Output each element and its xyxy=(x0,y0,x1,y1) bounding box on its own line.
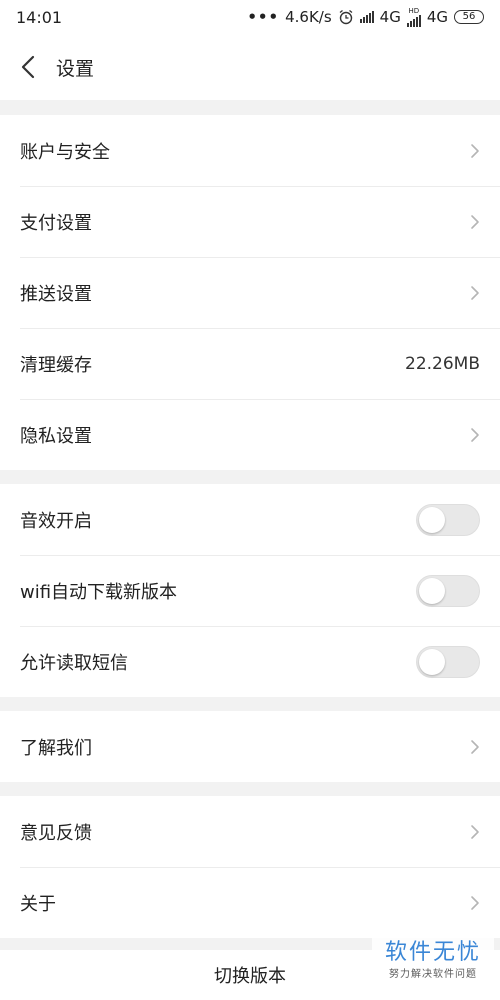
toggle-knob xyxy=(419,577,445,604)
page-title: 设置 xyxy=(56,57,95,80)
toggle-knob xyxy=(419,506,445,533)
battery-icon: 56 xyxy=(454,10,484,24)
watermark-sub-text: 努力解决软件问题 xyxy=(389,969,477,980)
toggle-knob xyxy=(419,648,445,675)
hd-label: HD xyxy=(408,6,420,15)
row-label: 音效开启 xyxy=(20,510,92,532)
row-about[interactable]: 关于 xyxy=(0,867,500,938)
sound-effects-toggle[interactable] xyxy=(416,503,480,536)
settings-group-toggles: 音效开启 wifi自动下载新版本 允许读取短信 xyxy=(0,484,500,697)
row-clear-cache[interactable]: 清理缓存 22.26MB xyxy=(0,328,500,399)
watermark-logo: 软件无忧 努力解决软件问题 xyxy=(372,938,494,990)
more-dots-icon: ••• xyxy=(247,8,280,26)
chevron-right-icon xyxy=(471,739,479,754)
network-type-1: 4G xyxy=(379,8,401,26)
row-sound-effects: 音效开启 xyxy=(0,484,500,555)
row-label: 推送设置 xyxy=(20,283,92,305)
wifi-auto-download-toggle[interactable] xyxy=(416,574,480,607)
row-push-settings[interactable]: 推送设置 xyxy=(0,257,500,328)
alarm-clock-icon xyxy=(339,9,353,25)
chevron-right-icon xyxy=(471,895,479,910)
row-account-security[interactable]: 账户与安全 xyxy=(0,115,500,186)
status-time: 14:01 xyxy=(16,7,63,27)
status-bar: 14:01 ••• 4.6K/s 4G HD 4G 56 xyxy=(0,0,500,34)
row-read-sms: 允许读取短信 xyxy=(0,626,500,697)
read-sms-toggle[interactable] xyxy=(416,645,480,678)
chevron-right-icon xyxy=(471,143,479,158)
chevron-right-icon xyxy=(471,824,479,839)
watermark-main-text: 软件无忧 xyxy=(384,940,481,965)
row-label: 意见反馈 xyxy=(20,822,92,844)
signal-icon-2 xyxy=(406,14,421,27)
chevron-right-icon xyxy=(471,214,479,229)
settings-group-about-us: 了解我们 xyxy=(0,711,500,782)
row-payment-settings[interactable]: 支付设置 xyxy=(0,186,500,257)
row-feedback[interactable]: 意见反馈 xyxy=(0,796,500,867)
network-speed: 4.6K/s xyxy=(285,8,332,26)
row-label: 支付设置 xyxy=(20,212,92,234)
status-icons: ••• 4.6K/s 4G HD 4G 56 xyxy=(247,6,484,27)
network-type-2: 4G xyxy=(426,8,448,26)
back-button[interactable] xyxy=(0,34,56,100)
signal-icon xyxy=(359,11,374,23)
row-label: wifi自动下载新版本 xyxy=(20,581,178,603)
settings-group-feedback: 意见反馈 关于 xyxy=(0,796,500,938)
row-about-us[interactable]: 了解我们 xyxy=(0,711,500,782)
row-label: 允许读取短信 xyxy=(20,652,128,674)
row-label: 清理缓存 xyxy=(20,354,92,376)
row-label: 隐私设置 xyxy=(20,425,92,447)
row-label: 关于 xyxy=(20,893,56,915)
row-privacy-settings[interactable]: 隐私设置 xyxy=(0,399,500,470)
header: 设置 xyxy=(0,34,500,100)
switch-version-label: 切换版本 xyxy=(214,966,286,987)
settings-group-account: 账户与安全 支付设置 推送设置 清理缓存 22.26MB 隐私设置 xyxy=(0,115,500,470)
chevron-left-icon xyxy=(21,55,35,79)
row-wifi-auto-download: wifi自动下载新版本 xyxy=(0,555,500,626)
cache-size: 22.26MB xyxy=(405,353,480,374)
row-label: 账户与安全 xyxy=(20,141,110,163)
chevron-right-icon xyxy=(471,427,479,442)
row-label: 了解我们 xyxy=(20,737,92,759)
chevron-right-icon xyxy=(471,285,479,300)
